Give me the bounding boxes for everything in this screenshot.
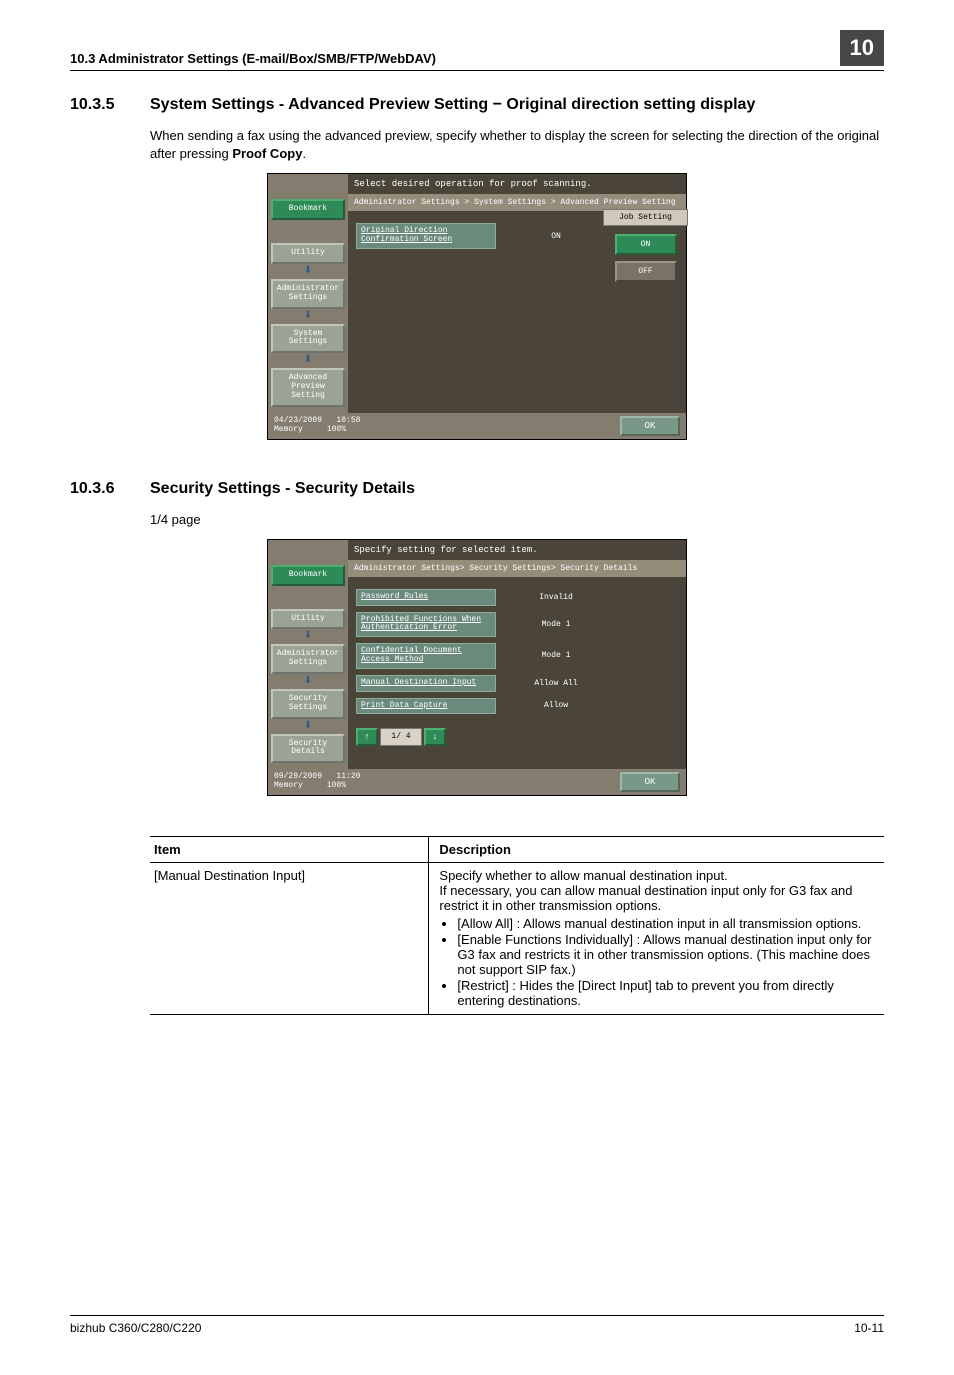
option-value: ON (526, 232, 586, 241)
ok-button[interactable]: OK (620, 772, 680, 792)
footer-date: 09/29/2009 (274, 772, 322, 781)
page-down-button[interactable]: ↓ (424, 728, 446, 746)
page-up-button[interactable]: ↑ (356, 728, 378, 746)
option-prohibited-functions[interactable]: Prohibited Functions When Authentication… (356, 612, 496, 638)
sidebar-item-security-details[interactable]: Security Details (271, 734, 345, 764)
sidebar-item-admin-settings[interactable]: Administrator Settings (271, 279, 345, 309)
ui-footer: 09/29/2009 11:20 Memory 100% OK (268, 769, 686, 795)
bookmark-button[interactable]: Bookmark (271, 565, 345, 586)
page-header: 10.3 Administrator Settings (E-mail/Box/… (70, 30, 884, 71)
option-original-direction[interactable]: Original Direction Confirmation Screen (356, 223, 496, 249)
th-description: Description (429, 837, 884, 863)
sidebar-item-utility[interactable]: Utility (271, 243, 345, 264)
option-value: Mode 1 (526, 620, 586, 629)
body-bold: Proof Copy (232, 146, 302, 161)
arrow-down-icon: ⬇ (271, 632, 345, 642)
bullet-allow-all: [Allow All] : Allows manual destination … (457, 916, 882, 931)
page-indicator: 1/ 4 (380, 728, 422, 746)
ui-sidebar: Bookmark Utility ⬇ Administrator Setting… (268, 540, 348, 769)
ui-main: Specify setting for selected item. Admin… (348, 540, 686, 769)
footer-time: 10:58 (336, 416, 360, 425)
section-number: 10.3.5 (70, 96, 150, 114)
option-value: Allow All (526, 679, 586, 688)
ui-main: Select desired operation for proof scann… (348, 174, 686, 412)
section-1035-title: 10.3.5 System Settings - Advanced Previe… (70, 96, 884, 114)
body-post: . (302, 146, 306, 161)
description-table: Item Description [Manual Destination Inp… (150, 836, 884, 1015)
header-section-title: 10.3 Administrator Settings (E-mail/Box/… (70, 51, 436, 66)
arrow-down-icon: ⬇ (271, 356, 345, 366)
footer-page-number: 10-11 (854, 1321, 884, 1335)
section-heading: Security Settings - Security Details (150, 480, 415, 498)
th-item: Item (150, 837, 429, 863)
arrow-down-icon: ⬇ (271, 267, 345, 277)
arrow-down-icon: ⬇ (271, 677, 345, 687)
pager: ↑ 1/ 4 ↓ (356, 728, 678, 746)
option-value: Allow (526, 701, 586, 710)
section-1035-body: When sending a fax using the advanced pr… (150, 127, 884, 163)
bookmark-button[interactable]: Bookmark (271, 199, 345, 220)
sidebar-item-admin-settings[interactable]: Administrator Settings (271, 644, 345, 674)
option-password-rules[interactable]: Password Rules (356, 589, 496, 606)
sidebar-item-security-settings[interactable]: Security Settings (271, 689, 345, 719)
sidebar-item-advanced-preview[interactable]: Advanced Preview Setting (271, 368, 345, 406)
top-message: Select desired operation for proof scann… (348, 174, 686, 194)
arrow-down-icon: ⬇ (271, 722, 345, 732)
ui-sidebar: Bookmark Utility ⬇ Administrator Setting… (268, 174, 348, 412)
opt-label-l2: Confirmation Screen (361, 235, 452, 244)
footer-status: 04/23/2009 10:58 Memory 100% (274, 417, 360, 435)
footer-time: 11:20 (336, 772, 360, 781)
top-message: Specify setting for selected item. (348, 540, 686, 560)
page-footer: bizhub C360/C280/C220 10-11 (70, 1315, 884, 1335)
footer-mem-label: Memory (274, 781, 303, 790)
footer-model: bizhub C360/C280/C220 (70, 1321, 201, 1335)
ui-panel-security-details: Bookmark Utility ⬇ Administrator Setting… (267, 539, 687, 796)
footer-status: 09/29/2009 11:20 Memory 100% (274, 773, 360, 791)
side-option-panel: Job Setting ON OFF (603, 209, 688, 288)
td-item-name: [Manual Destination Input] (150, 863, 429, 1015)
option-print-data-capture[interactable]: Print Data Capture (356, 698, 496, 715)
sidebar-item-system-settings[interactable]: System Settings (271, 324, 345, 354)
arrow-down-icon: ⬇ (271, 312, 345, 322)
footer-mem-label: Memory (274, 425, 303, 434)
breadcrumb: Administrator Settings> Security Setting… (348, 560, 686, 577)
option-manual-destination-input[interactable]: Manual Destination Input (356, 675, 496, 692)
option-value: Invalid (526, 593, 586, 602)
bullet-enable-individually: [Enable Functions Individually] : Allows… (457, 932, 882, 977)
desc-intro: Specify whether to allow manual destinat… (439, 868, 852, 913)
ok-button[interactable]: OK (620, 416, 680, 436)
page-fraction-note: 1/4 page (150, 511, 884, 529)
section-number: 10.3.6 (70, 480, 150, 498)
opt-label-l1: Original Direction (361, 226, 447, 235)
job-setting-label: Job Setting (603, 209, 688, 226)
header-chapter-number: 10 (840, 30, 884, 66)
ui-panel-advanced-preview: Bookmark Utility ⬇ Administrator Setting… (267, 173, 687, 439)
desc-bullets: [Allow All] : Allows manual destination … (439, 916, 882, 1008)
td-item-description: Specify whether to allow manual destinat… (429, 863, 884, 1015)
option-confidential-document[interactable]: Confidential Document Access Method (356, 643, 496, 669)
section-1036-title: 10.3.6 Security Settings - Security Deta… (70, 480, 884, 498)
footer-mem-val: 100% (327, 425, 346, 434)
on-button[interactable]: ON (615, 234, 677, 255)
sidebar-item-utility[interactable]: Utility (271, 609, 345, 630)
bullet-restrict: [Restrict] : Hides the [Direct Input] ta… (457, 978, 882, 1008)
section-heading: System Settings - Advanced Preview Setti… (150, 96, 755, 114)
off-button[interactable]: OFF (615, 261, 677, 282)
ui-footer: 04/23/2009 10:58 Memory 100% OK (268, 413, 686, 439)
option-value: Mode 1 (526, 651, 586, 660)
footer-date: 04/23/2009 (274, 416, 322, 425)
footer-mem-val: 100% (327, 781, 346, 790)
